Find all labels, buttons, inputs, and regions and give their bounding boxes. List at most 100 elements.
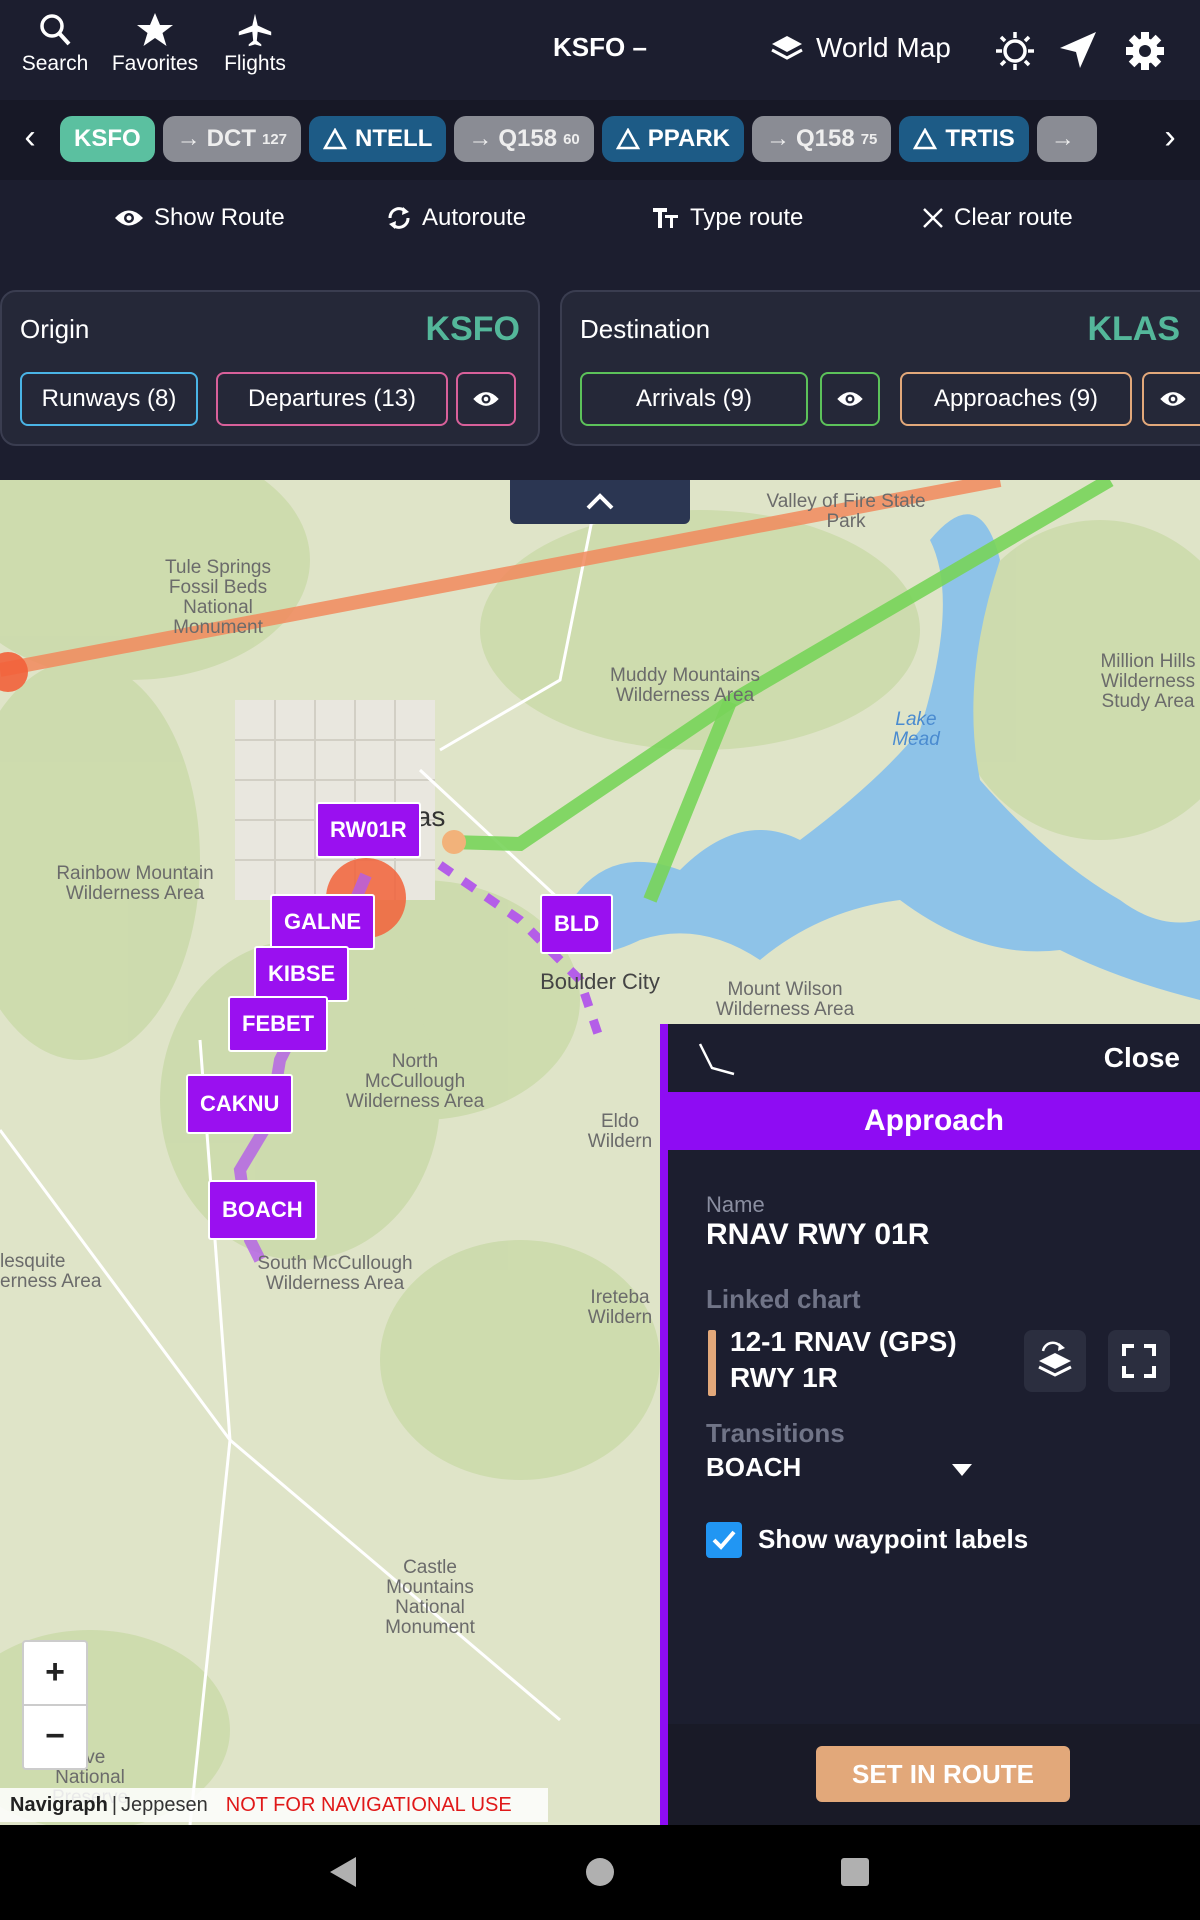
show-waypoint-labels-checkbox[interactable] bbox=[706, 1522, 742, 1558]
map-label-eldorado: Eldo Wildern bbox=[587, 1111, 653, 1152]
world-map-label: World Map bbox=[816, 32, 951, 63]
triangle-icon bbox=[615, 128, 640, 150]
refresh-icon bbox=[388, 207, 410, 229]
close-button[interactable]: Close bbox=[1104, 1042, 1180, 1074]
top-bar: Search Favorites Flights KSFO – World Ma… bbox=[0, 0, 1200, 100]
chevron-right-icon[interactable]: › bbox=[1150, 118, 1190, 162]
world-map-button[interactable]: World Map bbox=[770, 32, 951, 64]
location-arrow-icon[interactable] bbox=[1058, 30, 1098, 70]
map-label-valley-of-fire: Valley of Fire State Park bbox=[766, 491, 926, 532]
show-route-button[interactable]: Show Route bbox=[114, 204, 285, 232]
route-chip-label: NTELL bbox=[355, 125, 433, 152]
home-icon[interactable] bbox=[584, 1856, 616, 1888]
waypoint-boach[interactable]: BOACH bbox=[208, 1180, 317, 1240]
eye-icon bbox=[1160, 392, 1186, 406]
gear-icon[interactable] bbox=[1124, 30, 1166, 72]
origin-code[interactable]: KSFO bbox=[426, 310, 520, 349]
linked-chart-line2[interactable]: RWY 1R bbox=[730, 1362, 838, 1394]
favorites-button[interactable]: Favorites bbox=[100, 12, 210, 76]
linked-chart-label: Linked chart bbox=[706, 1284, 861, 1314]
autoroute-label: Autoroute bbox=[422, 204, 527, 231]
route-chip-distance: 75 bbox=[860, 130, 878, 148]
map-label-lake-mead: Lake Mead bbox=[892, 709, 940, 750]
fullscreen-icon bbox=[1122, 1344, 1156, 1378]
route-chip-airway[interactable]: → Q158 60 bbox=[454, 116, 594, 162]
route-chip-fix[interactable]: NTELL bbox=[309, 116, 447, 162]
departures-visibility-button[interactable] bbox=[456, 372, 516, 426]
route-chip-fix[interactable]: TRTIS bbox=[899, 116, 1029, 162]
transitions-dropdown[interactable]: BOACH bbox=[706, 1452, 976, 1492]
attribution-brand[interactable]: Navigraph bbox=[10, 1794, 108, 1817]
system-navigation-bar bbox=[0, 1825, 1200, 1920]
transition-value: BOACH bbox=[706, 1452, 802, 1482]
favorites-label: Favorites bbox=[111, 52, 199, 75]
type-route-label: Type route bbox=[690, 204, 804, 231]
linked-chart-line1[interactable]: 12-1 RNAV (GPS) bbox=[730, 1326, 957, 1358]
route-chip-airway[interactable]: → bbox=[1036, 116, 1097, 162]
destination-code[interactable]: KLAS bbox=[1087, 310, 1180, 349]
waypoint-bld[interactable]: BLD bbox=[540, 894, 614, 954]
map-label-rainbow-mountain: Rainbow Mountain Wilderness Area bbox=[56, 863, 214, 904]
origin-title: Origin bbox=[20, 314, 90, 344]
back-icon[interactable] bbox=[326, 1855, 360, 1889]
route-chip-label: DCT bbox=[206, 125, 256, 152]
route-chips-container[interactable]: KSFO → DCT 127 NTELL → Q158 60 PPARK → Q158 75 TRTIS… bbox=[60, 100, 1140, 180]
route-chip-origin[interactable]: KSFO bbox=[60, 116, 155, 162]
arrow-right-icon: → bbox=[766, 125, 790, 152]
departures-button[interactable]: Departures (13) bbox=[216, 372, 448, 426]
triangle-icon bbox=[913, 128, 938, 150]
approaches-visibility-button[interactable] bbox=[1142, 372, 1200, 426]
name-label: Name bbox=[706, 1192, 765, 1217]
recents-icon[interactable] bbox=[840, 1857, 870, 1887]
route-chip-airway[interactable]: → Q158 75 bbox=[752, 116, 892, 162]
waypoint-febet[interactable]: FEBET bbox=[228, 996, 329, 1052]
map-label-million-hills: Million Hills Wilderness Study Area bbox=[1100, 651, 1196, 712]
route-chip-fix[interactable]: PPARK bbox=[601, 116, 744, 162]
collapse-panel-button[interactable] bbox=[510, 480, 690, 524]
clear-route-button[interactable]: Clear route bbox=[922, 204, 1073, 232]
route-chip-label: TRTIS bbox=[945, 125, 1015, 152]
route-chip-label: Q158 bbox=[796, 125, 855, 152]
arrow-right-icon: → bbox=[1050, 125, 1075, 152]
show-waypoint-labels-label[interactable]: Show waypoint labels bbox=[758, 1524, 1028, 1555]
resize-handle-icon[interactable] bbox=[698, 1042, 738, 1076]
clear-route-label: Clear route bbox=[954, 204, 1073, 231]
route-chip-label: PPARK bbox=[647, 125, 730, 152]
dropdown-arrow-icon bbox=[952, 1464, 972, 1476]
map-label-tule-springs: Tule Springs Fossil Beds National Monume… bbox=[165, 557, 271, 638]
route-chip-label: Q158 bbox=[498, 125, 558, 152]
zoom-in-button[interactable]: + bbox=[24, 1642, 86, 1706]
fullscreen-button[interactable] bbox=[1108, 1330, 1170, 1392]
search-button[interactable]: Search bbox=[0, 12, 110, 76]
chart-indicator bbox=[708, 1330, 716, 1396]
arrivals-button[interactable]: Arrivals (9) bbox=[580, 372, 808, 426]
route-chip-distance: 60 bbox=[563, 130, 580, 148]
runways-button[interactable]: Runways (8) bbox=[20, 372, 198, 426]
zoom-out-button[interactable]: − bbox=[24, 1706, 86, 1768]
brightness-icon[interactable] bbox=[994, 30, 1036, 72]
map-label-ireteba: Ireteba Wildern bbox=[587, 1287, 653, 1328]
map-label-muddy-mountains: Muddy Mountains Wilderness Area bbox=[610, 665, 760, 706]
attribution-separator: | bbox=[111, 1793, 118, 1816]
text-size-icon bbox=[653, 208, 678, 228]
navigation-warning: NOT FOR NAVIGATIONAL USE bbox=[225, 1793, 512, 1816]
attribution-provider[interactable]: Jeppesen bbox=[121, 1794, 208, 1817]
approaches-button[interactable]: Approaches (9) bbox=[900, 372, 1132, 426]
arrivals-visibility-button[interactable] bbox=[820, 372, 880, 426]
flights-button[interactable]: Flights bbox=[200, 12, 310, 76]
map-attribution: Navigraph | Jeppesen NOT FOR NAVIGATIONA… bbox=[0, 1788, 548, 1822]
chevron-left-icon[interactable]: ‹ bbox=[10, 118, 50, 162]
waypoint-caknu[interactable]: CAKNU bbox=[186, 1074, 294, 1134]
layers-icon bbox=[771, 36, 803, 60]
set-in-route-button[interactable]: SET IN ROUTE bbox=[816, 1746, 1070, 1802]
airport-panels: Origin KSFO Runways (8) Departures (13) … bbox=[0, 260, 1200, 480]
waypoint-rw01r[interactable]: RW01R bbox=[316, 802, 421, 858]
type-route-button[interactable]: Type route bbox=[652, 204, 803, 232]
overlay-chart-button[interactable] bbox=[1024, 1330, 1086, 1392]
approach-panel-header: Close bbox=[668, 1024, 1200, 1092]
checkmark-icon bbox=[712, 1530, 736, 1550]
waypoint-kibse[interactable]: KIBSE bbox=[254, 946, 350, 1002]
route-chip-airway[interactable]: → DCT 127 bbox=[162, 116, 302, 162]
autoroute-button[interactable]: Autoroute bbox=[386, 204, 526, 232]
waypoint-galne[interactable]: GALNE bbox=[270, 894, 375, 950]
